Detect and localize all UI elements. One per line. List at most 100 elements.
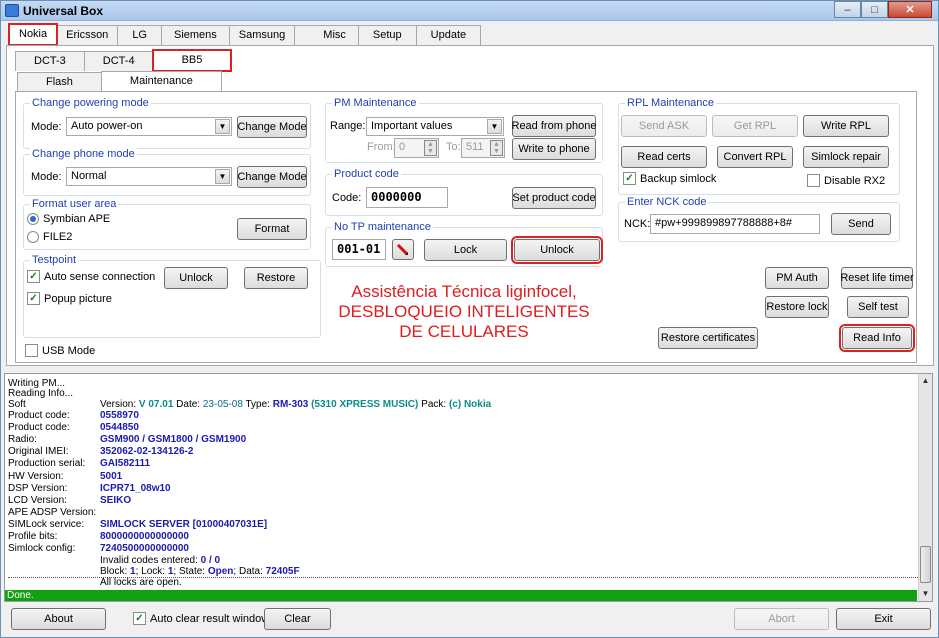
- powering-mode-title: Change powering mode: [30, 97, 151, 109]
- log-text: ; Lock:: [135, 566, 168, 577]
- get-rpl-button[interactable]: Get RPL: [712, 115, 798, 137]
- tab-siemens[interactable]: Siemens: [161, 25, 230, 45]
- tab-update[interactable]: Update: [415, 25, 482, 45]
- range-select[interactable]: Important values ▼: [366, 117, 504, 136]
- log-key: Profile bits:: [8, 531, 58, 542]
- popup-picture-checkbox[interactable]: ✓ Popup picture: [27, 292, 112, 305]
- log-key: Simlock config:: [8, 543, 76, 555]
- read-info-button[interactable]: Read Info: [839, 324, 915, 352]
- backup-simlock-checkbox[interactable]: ✓ Backup simlock: [623, 172, 716, 185]
- file2-radio[interactable]: FILE2: [27, 231, 72, 243]
- title-bar: Universal Box – □ ✕: [1, 1, 938, 21]
- self-test-button[interactable]: Self test: [847, 296, 909, 318]
- minimize-button[interactable]: –: [834, 1, 861, 18]
- log-value: 0544850: [100, 422, 139, 434]
- no-tp-input[interactable]: 001-01: [332, 239, 386, 260]
- pm-auth-button[interactable]: PM Auth: [765, 267, 829, 289]
- nck-input[interactable]: #pw+999899897788888+8#: [650, 214, 820, 234]
- log-text: ; State:: [173, 566, 208, 577]
- scroll-up-icon[interactable]: ▲: [919, 374, 932, 388]
- tab-lg[interactable]: LG: [117, 25, 162, 45]
- log-block-row: Block: 1; Lock: 1; State: Open; Data: 72…: [8, 566, 300, 577]
- log-key: HW Version:: [8, 470, 64, 482]
- tab-misc[interactable]: Misc: [294, 25, 359, 45]
- usb-mode-checkbox[interactable]: USB Mode: [25, 344, 95, 357]
- log-row: Profile bits: 8000000000000000: [8, 531, 189, 542]
- set-product-code-button[interactable]: Set product code: [512, 187, 596, 209]
- symbian-ape-radio[interactable]: Symbian APE: [27, 213, 110, 225]
- tab-ericsson[interactable]: Ericsson: [56, 25, 119, 45]
- nck-label: NCK:: [624, 218, 651, 230]
- chevron-down-icon: ▼: [215, 119, 230, 134]
- window-title: Universal Box: [23, 4, 104, 18]
- log-row: SIMLock service: SIMLOCK SERVER [01000407…: [8, 519, 267, 530]
- lock-button[interactable]: Lock: [424, 239, 507, 261]
- log-text: Pack:: [418, 399, 449, 410]
- log-text: Version:: [100, 399, 139, 410]
- log-text: ; Data:: [233, 566, 266, 577]
- send-ask-button[interactable]: Send ASK: [621, 115, 707, 137]
- clear-button[interactable]: Clear: [264, 608, 331, 630]
- read-from-phone-button[interactable]: Read from phone: [512, 115, 597, 137]
- scroll-down-icon[interactable]: ▼: [919, 587, 932, 601]
- log-row: Product code: 0544850: [8, 422, 139, 434]
- spinner-icon[interactable]: ▲ ▼: [490, 140, 503, 156]
- about-button[interactable]: About: [11, 608, 106, 630]
- tab-nokia[interactable]: Nokia: [7, 23, 59, 46]
- reset-life-timer-button[interactable]: Reset life timer: [840, 267, 914, 289]
- restore-certificates-button[interactable]: Restore certificates: [658, 327, 758, 349]
- simlock-repair-button[interactable]: Simlock repair: [803, 146, 889, 168]
- to-input[interactable]: 511 ▲ ▼: [461, 138, 505, 158]
- log-key: DSP Version:: [8, 482, 68, 494]
- write-to-phone-button[interactable]: Write to phone: [512, 138, 596, 160]
- disable-rx2-checkbox[interactable]: Disable RX2: [807, 174, 885, 187]
- log-value: GSM900 / GSM1800 / GSM1900: [100, 434, 247, 446]
- convert-rpl-button[interactable]: Convert RPL: [717, 146, 793, 168]
- change-phone-mode-button[interactable]: Change Mode: [237, 166, 307, 188]
- log-key: LCD Version:: [8, 494, 67, 506]
- scroll-thumb[interactable]: [920, 546, 931, 583]
- log-value: (5310 XPRESS MUSIC): [308, 399, 419, 410]
- tab-dct3[interactable]: DCT-3: [15, 51, 85, 71]
- product-code-title: Product code: [332, 168, 401, 180]
- product-code-input[interactable]: 0000000: [366, 187, 448, 208]
- tab-samsung[interactable]: Samsung: [228, 25, 296, 45]
- to-label: To:: [446, 141, 461, 153]
- main-window: Universal Box – □ ✕ Nokia Ericsson LG Si…: [0, 0, 939, 638]
- write-rpl-button[interactable]: Write RPL: [803, 115, 889, 137]
- tab-flash[interactable]: Flash: [17, 72, 102, 92]
- change-powering-mode-button[interactable]: Change Mode: [237, 116, 307, 138]
- tab-bb5[interactable]: BB5: [151, 49, 233, 72]
- no-tp-unlock-button[interactable]: Unlock: [511, 236, 603, 264]
- result-log[interactable]: Writing PM... Reading Info... Soft Versio…: [4, 373, 933, 602]
- maximize-button[interactable]: □: [861, 1, 888, 18]
- close-button[interactable]: ✕: [888, 1, 932, 18]
- edit-icon[interactable]: [392, 239, 414, 260]
- read-certs-button[interactable]: Read certs: [621, 146, 707, 168]
- exit-button[interactable]: Exit: [836, 608, 931, 630]
- log-text: Invalid codes entered:: [100, 555, 201, 566]
- spinner-icon[interactable]: ▲ ▼: [424, 140, 437, 156]
- phone-mode-label: Mode:: [31, 171, 62, 183]
- send-button[interactable]: Send: [831, 213, 891, 235]
- log-row: Original IMEI: 352062-02-134126-2: [8, 446, 193, 457]
- log-scrollbar[interactable]: ▲ ▼: [918, 374, 932, 601]
- phone-mode-select[interactable]: Normal ▼: [66, 167, 232, 186]
- format-button[interactable]: Format: [237, 218, 307, 240]
- tab-maintenance[interactable]: Maintenance: [100, 71, 222, 92]
- powering-mode-select[interactable]: Auto power-on ▼: [66, 117, 232, 136]
- testpoint-restore-button[interactable]: Restore: [244, 267, 308, 289]
- tab-dct4[interactable]: DCT-4: [83, 51, 154, 71]
- from-input[interactable]: 0 ▲ ▼: [394, 138, 439, 158]
- auto-clear-checkbox[interactable]: ✓ Auto clear result window: [133, 612, 269, 625]
- auto-sense-checkbox[interactable]: ✓ Auto sense connection: [27, 270, 155, 283]
- log-row: LCD Version: SEIKO: [8, 494, 131, 506]
- usb-mode-label: USB Mode: [42, 344, 96, 357]
- log-row: Radio: GSM900 / GSM1800 / GSM1900: [8, 434, 247, 446]
- restore-lock-button[interactable]: Restore lock: [765, 296, 829, 318]
- abort-button[interactable]: Abort: [734, 608, 829, 630]
- tab-setup[interactable]: Setup: [357, 25, 417, 45]
- log-value: 0558970: [100, 410, 139, 421]
- testpoint-unlock-button[interactable]: Unlock: [164, 267, 228, 289]
- log-key: Radio:: [8, 434, 37, 446]
